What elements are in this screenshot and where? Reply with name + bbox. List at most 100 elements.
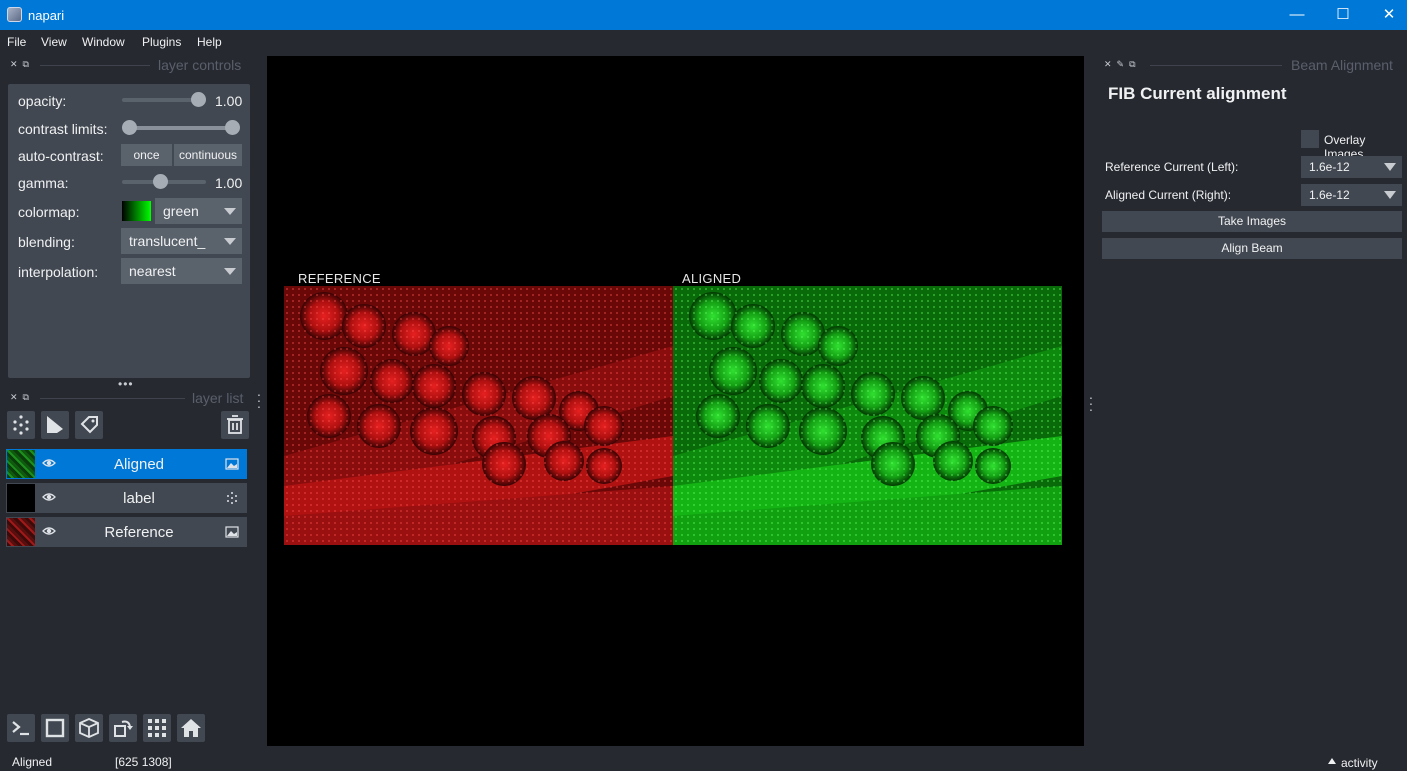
caret-up-icon[interactable] <box>1328 758 1336 764</box>
home-icon <box>181 719 201 737</box>
grid-view-button[interactable] <box>143 714 171 742</box>
opacity-value[interactable]: 1.00 <box>215 93 242 109</box>
blending-dropdown[interactable]: translucent_ <box>121 228 242 254</box>
gamma-value[interactable]: 1.00 <box>215 175 242 191</box>
auto-contrast-once-button[interactable]: once <box>121 144 172 166</box>
eye-icon[interactable] <box>42 524 56 538</box>
chevron-down-icon <box>224 268 236 275</box>
layer-controls-panel: opacity: 1.00 contrast limits: auto-cont… <box>8 84 250 378</box>
image-icon <box>225 458 239 470</box>
auto-contrast-continuous-button[interactable]: continuous <box>174 144 242 166</box>
title-bar: napari — ☐ ✕ <box>0 0 1407 30</box>
home-button[interactable] <box>177 714 205 742</box>
colormap-value: green <box>163 203 199 219</box>
layer-list-header: layer list <box>192 390 244 406</box>
gamma-label: gamma: <box>18 175 69 191</box>
contrast-max-handle[interactable] <box>225 120 240 135</box>
shapes-icon <box>47 416 63 433</box>
tag-icon <box>80 416 98 434</box>
maximize-button[interactable]: ☐ <box>1320 0 1366 30</box>
terminal-icon <box>12 721 29 736</box>
interpolation-label: interpolation: <box>18 264 99 280</box>
close-button[interactable]: ✕ <box>1366 0 1407 30</box>
auto-contrast-label: auto-contrast: <box>18 148 104 164</box>
eye-icon[interactable] <box>42 490 56 504</box>
colormap-label: colormap: <box>18 204 80 220</box>
contrast-limits-slider[interactable] <box>130 126 233 130</box>
beam-alignment-header: Beam Alignment <box>1291 57 1393 73</box>
layer-row-aligned[interactable]: Aligned <box>6 449 247 479</box>
colormap-preview <box>122 201 151 221</box>
points-icon <box>13 415 29 435</box>
aligned-current-dropdown[interactable]: 1.6e-12 <box>1301 184 1402 206</box>
points-icon <box>227 492 237 504</box>
menu-help[interactable]: Help <box>197 35 222 49</box>
menu-plugins[interactable]: Plugins <box>142 35 181 49</box>
menu-window[interactable]: Window <box>82 35 125 49</box>
header-divider <box>40 65 150 66</box>
blending-label: blending: <box>18 234 75 250</box>
dock-splitter-handle[interactable]: · · · <box>1088 390 1094 416</box>
status-coordinates: [625 1308] <box>115 755 172 769</box>
reference-image-label: REFERENCE <box>298 271 381 286</box>
roll-dimensions-button[interactable] <box>75 714 103 742</box>
grid-icon <box>148 719 166 737</box>
aligned-current-label: Aligned Current (Right): <box>1105 188 1232 202</box>
new-points-layer-button[interactable] <box>7 411 35 439</box>
new-shapes-layer-button[interactable] <box>41 411 69 439</box>
take-images-button[interactable]: Take Images <box>1102 211 1402 232</box>
align-beam-button[interactable]: Align Beam <box>1102 238 1402 259</box>
chevron-down-icon <box>1384 191 1396 199</box>
reference-current-dropdown[interactable]: 1.6e-12 <box>1301 156 1402 178</box>
contrast-limits-label: contrast limits: <box>18 121 108 137</box>
new-labels-layer-button[interactable] <box>75 411 103 439</box>
console-button[interactable] <box>7 714 35 742</box>
layer-row-label[interactable]: label <box>6 483 247 513</box>
square-icon <box>45 718 65 738</box>
status-layer-name: Aligned <box>12 755 53 769</box>
delete-layer-button[interactable] <box>221 411 249 439</box>
header-divider <box>1150 65 1282 66</box>
panel-title: FIB Current alignment <box>1108 84 1287 103</box>
chevron-down-icon <box>224 238 236 245</box>
layer-name[interactable]: Reference <box>66 524 212 541</box>
image-icon <box>225 526 239 538</box>
reference-current-value: 1.6e-12 <box>1309 160 1350 174</box>
reference-current-label: Reference Current (Left): <box>1105 160 1239 174</box>
contrast-min-handle[interactable] <box>122 120 137 135</box>
header-divider <box>40 398 185 399</box>
aligned-image <box>673 286 1062 545</box>
opacity-slider-handle[interactable] <box>191 92 206 107</box>
dock-float-icons[interactable]: ✕⧉ <box>10 59 34 70</box>
transpose-button[interactable] <box>109 714 137 742</box>
dock-float-icons[interactable]: ✕✎⧉ <box>1104 59 1141 70</box>
layer-name[interactable]: Aligned <box>66 456 212 473</box>
layer-thumbnail <box>7 484 35 512</box>
window-title: napari <box>28 8 65 23</box>
minimize-button[interactable]: — <box>1274 0 1320 30</box>
aligned-image-label: ALIGNED <box>682 271 742 286</box>
gamma-slider-handle[interactable] <box>153 174 168 189</box>
more-options-icon[interactable]: · · · <box>256 387 262 413</box>
dock-float-icons[interactable]: ✕⧉ <box>10 392 34 403</box>
splitter-handle[interactable]: ••• <box>118 377 134 391</box>
layer-name[interactable]: label <box>66 490 212 507</box>
layer-thumbnail <box>7 450 35 478</box>
interpolation-dropdown[interactable]: nearest <box>121 258 242 284</box>
napari-logo-icon <box>7 7 22 22</box>
menu-file[interactable]: File <box>7 35 26 49</box>
activity-button[interactable]: activity <box>1341 756 1378 770</box>
trash-icon <box>227 415 243 434</box>
colormap-dropdown[interactable]: green <box>155 198 242 224</box>
menu-view[interactable]: View <box>41 35 67 49</box>
menu-bar: File View Window Plugins Help <box>0 30 1407 54</box>
opacity-label: opacity: <box>18 93 67 109</box>
viewer-canvas[interactable]: REFERENCE ALIGNED <box>267 56 1084 746</box>
layer-row-reference[interactable]: Reference <box>6 517 247 547</box>
interpolation-value: nearest <box>129 263 176 279</box>
chevron-down-icon <box>224 208 236 215</box>
overlay-images-checkbox[interactable] <box>1301 130 1319 148</box>
aligned-current-value: 1.6e-12 <box>1309 188 1350 202</box>
eye-icon[interactable] <box>42 456 56 470</box>
ndisplay-button[interactable] <box>41 714 69 742</box>
